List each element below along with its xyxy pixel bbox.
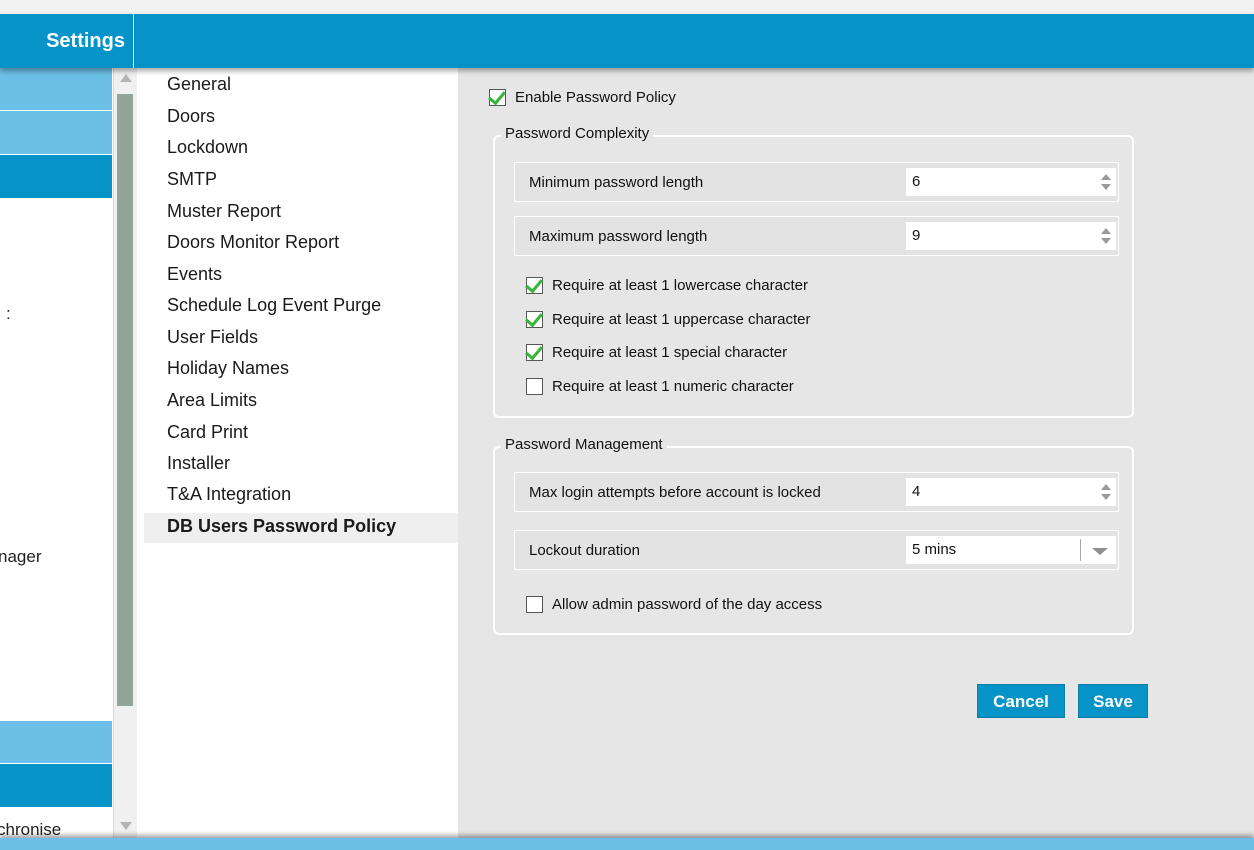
category-smtp[interactable]: SMTP bbox=[144, 166, 458, 196]
enable-password-policy-checkbox[interactable] bbox=[488, 86, 506, 106]
nav-scrollbar[interactable] bbox=[113, 68, 138, 838]
chevron-down-icon[interactable] bbox=[1092, 548, 1108, 555]
category-user-fields[interactable]: User Fields bbox=[144, 324, 458, 354]
min-length-stepper[interactable]: 6 bbox=[906, 168, 1116, 196]
category-schedule-log-event-purge[interactable]: Schedule Log Event Purge bbox=[144, 292, 458, 322]
max-attempts-row: Max login attempts before account is loc… bbox=[514, 472, 1119, 512]
dropdown-separator bbox=[1080, 539, 1081, 561]
require-lowercase-checkbox[interactable] bbox=[525, 274, 543, 294]
require-numeric-label: Require at least 1 numeric character bbox=[552, 378, 794, 395]
enable-password-policy-label: Enable Password Policy bbox=[515, 89, 676, 106]
allow-admin-pod-checkbox[interactable] bbox=[526, 596, 543, 613]
spinner-arrows-icon[interactable] bbox=[1101, 228, 1111, 244]
require-uppercase-label: Require at least 1 uppercase character bbox=[552, 311, 811, 328]
nav-item-5[interactable] bbox=[0, 764, 112, 807]
scrollbar-thumb[interactable] bbox=[117, 94, 133, 706]
nav-item-2[interactable] bbox=[0, 111, 112, 155]
nav-item-4[interactable] bbox=[0, 721, 112, 764]
category-holiday-names[interactable]: Holiday Names bbox=[144, 355, 458, 385]
password-complexity-title: Password Complexity bbox=[501, 125, 654, 142]
require-special-label: Require at least 1 special character bbox=[552, 344, 788, 361]
checkmark-icon bbox=[525, 274, 543, 294]
max-length-row: Maximum password length 9 bbox=[514, 216, 1119, 256]
top-strip bbox=[0, 0, 1254, 14]
settings-category-list: General Doors Lockdown SMTP Muster Repor… bbox=[137, 68, 458, 838]
nav-subitem-1[interactable]: : bbox=[6, 304, 11, 324]
checkmark-icon bbox=[525, 308, 543, 328]
min-length-label: Minimum password length bbox=[529, 174, 704, 191]
allow-admin-pod-label: Allow admin password of the day access bbox=[552, 596, 823, 613]
bottom-bar bbox=[0, 838, 1254, 850]
nav-item-3[interactable] bbox=[0, 155, 112, 198]
require-lowercase-label: Require at least 1 lowercase character bbox=[552, 277, 808, 294]
category-card-print[interactable]: Card Print bbox=[144, 419, 458, 449]
category-events[interactable]: Events bbox=[144, 261, 458, 291]
category-ta-integration[interactable]: T&A Integration bbox=[144, 481, 458, 511]
lockout-duration-select[interactable]: 5 mins bbox=[906, 536, 1116, 564]
app-header: Settings bbox=[0, 14, 1254, 68]
category-db-users-password-policy[interactable]: DB Users Password Policy bbox=[144, 513, 458, 543]
category-doors[interactable]: Doors bbox=[144, 103, 458, 133]
category-doors-monitor-report[interactable]: Doors Monitor Report bbox=[144, 229, 458, 259]
nav-subitem-2[interactable]: nager bbox=[0, 547, 41, 567]
category-installer[interactable]: Installer bbox=[144, 450, 458, 480]
scroll-up-arrow-icon[interactable] bbox=[120, 74, 132, 82]
password-management-title: Password Management bbox=[501, 436, 667, 453]
category-lockdown[interactable]: Lockdown bbox=[144, 134, 458, 164]
save-button[interactable]: Save bbox=[1078, 684, 1148, 718]
min-length-row: Minimum password length 6 bbox=[514, 162, 1119, 202]
category-muster-report[interactable]: Muster Report bbox=[144, 198, 458, 228]
category-general[interactable]: General bbox=[144, 71, 458, 101]
spinner-arrows-icon[interactable] bbox=[1101, 174, 1111, 190]
max-length-stepper[interactable]: 9 bbox=[906, 222, 1116, 250]
max-length-label: Maximum password length bbox=[529, 228, 708, 245]
main-nav: : nager chronise bbox=[0, 68, 113, 838]
checkmark-icon bbox=[525, 341, 543, 361]
max-attempts-value: 4 bbox=[912, 483, 921, 500]
nav-subitem-3[interactable]: chronise bbox=[0, 820, 61, 838]
min-length-value: 6 bbox=[912, 173, 921, 190]
nav-item-1[interactable] bbox=[0, 68, 112, 111]
cancel-button[interactable]: Cancel bbox=[977, 684, 1065, 718]
spinner-arrows-icon[interactable] bbox=[1101, 484, 1111, 500]
lockout-duration-label: Lockout duration bbox=[529, 542, 640, 559]
header-title: Settings bbox=[0, 14, 134, 68]
require-numeric-checkbox[interactable] bbox=[526, 378, 543, 395]
category-area-limits[interactable]: Area Limits bbox=[144, 387, 458, 417]
max-length-value: 9 bbox=[912, 227, 921, 244]
max-attempts-label: Max login attempts before account is loc… bbox=[529, 484, 821, 501]
checkmark-icon bbox=[488, 86, 506, 106]
require-special-checkbox[interactable] bbox=[525, 341, 543, 361]
require-uppercase-checkbox[interactable] bbox=[525, 308, 543, 328]
lockout-duration-value: 5 mins bbox=[912, 541, 957, 558]
max-attempts-stepper[interactable]: 4 bbox=[906, 478, 1116, 506]
lockout-duration-row: Lockout duration 5 mins bbox=[514, 530, 1119, 570]
scroll-down-arrow-icon[interactable] bbox=[120, 822, 132, 830]
